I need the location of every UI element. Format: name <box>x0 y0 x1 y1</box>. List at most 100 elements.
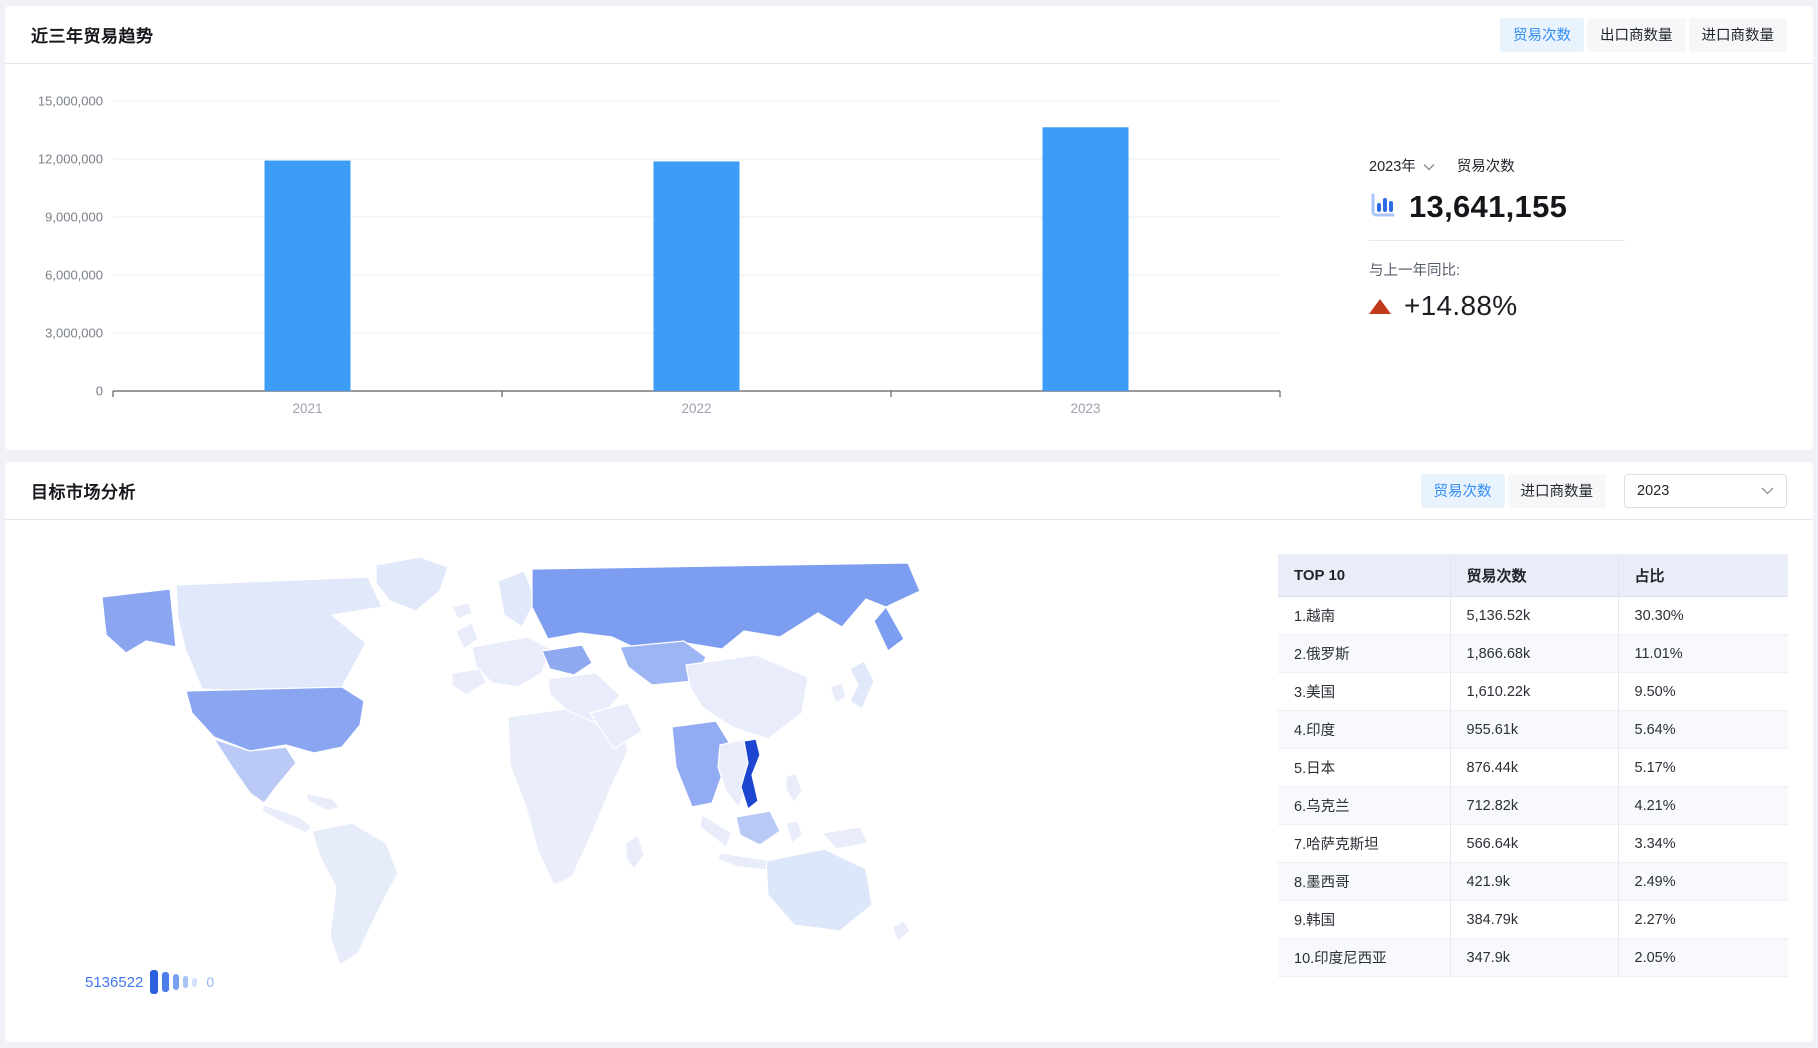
share-cell: 9.50% <box>1618 673 1788 711</box>
trend-metric-tabs: 贸易次数 出口商数量 进口商数量 <box>1497 18 1787 52</box>
value-cell: 1,866.68k <box>1450 635 1618 673</box>
y-axis-tick-label: 9,000,000 <box>45 210 103 225</box>
bar-2023[interactable] <box>1043 127 1129 391</box>
country-cell: 1.越南 <box>1278 597 1450 635</box>
table-row[interactable]: 4.印度955.61k5.64% <box>1278 711 1788 749</box>
tab-importer-count[interactable]: 进口商数量 <box>1689 18 1788 52</box>
map-region-alaska[interactable] <box>102 589 176 653</box>
map-region-new-guinea[interactable] <box>822 827 868 849</box>
legend-gradient-bar <box>183 976 188 988</box>
table-header-cell: 占比 <box>1618 554 1788 597</box>
trend-bar-chart: 03,000,0006,000,0009,000,00012,000,00015… <box>25 76 1295 431</box>
table-row[interactable]: 7.哈萨克斯坦566.64k3.34% <box>1278 825 1788 863</box>
country-cell: 4.印度 <box>1278 711 1450 749</box>
legend-gradient-bars <box>150 970 201 994</box>
x-axis-category-label: 2022 <box>681 401 711 416</box>
market-controls: 贸易次数 进口商数量 2023 <box>1418 474 1788 508</box>
map-region-new-zealand[interactable] <box>892 921 910 941</box>
map-region-south-america[interactable] <box>312 823 398 965</box>
map-region-sumatra[interactable] <box>700 815 732 847</box>
map-region-central-america[interactable] <box>262 805 312 833</box>
stat-yoy-label: 与上一年同比: <box>1369 259 1631 280</box>
legend-gradient-bar <box>192 978 197 987</box>
share-cell: 11.01% <box>1618 635 1788 673</box>
share-cell: 5.17% <box>1618 749 1788 787</box>
value-cell: 955.61k <box>1450 711 1618 749</box>
map-region-madagascar[interactable] <box>626 835 644 869</box>
table-header-cell: 贸易次数 <box>1450 554 1618 597</box>
country-cell: 10.印度尼西亚 <box>1278 939 1450 977</box>
share-cell: 3.34% <box>1618 825 1788 863</box>
y-axis-tick-label: 6,000,000 <box>45 268 103 283</box>
table-row[interactable]: 9.韩国384.79k2.27% <box>1278 901 1788 939</box>
country-cell: 7.哈萨克斯坦 <box>1278 825 1450 863</box>
chevron-down-icon <box>1761 483 1774 499</box>
bar-chart-icon <box>1369 191 1397 224</box>
map-region-spain[interactable] <box>452 669 486 695</box>
map-region-japan[interactable] <box>850 661 874 709</box>
y-axis-tick-label: 3,000,000 <box>45 326 103 341</box>
map-region-ukraine[interactable] <box>542 645 592 675</box>
year-select[interactable]: 2023 <box>1624 474 1787 508</box>
x-axis-category-label: 2023 <box>1070 401 1100 416</box>
legend-gradient-bar <box>162 972 169 992</box>
map-region-canada[interactable] <box>176 577 382 693</box>
bar-2022[interactable] <box>654 161 740 391</box>
y-axis-tick-label: 12,000,000 <box>38 152 103 167</box>
trend-card-header: 近三年贸易趋势 贸易次数 出口商数量 进口商数量 <box>5 6 1813 64</box>
map-region-cuba[interactable] <box>306 793 340 811</box>
country-cell: 2.俄罗斯 <box>1278 635 1450 673</box>
map-legend: 5136522 0 <box>85 970 214 994</box>
country-cell: 8.墨西哥 <box>1278 863 1450 901</box>
share-cell: 2.27% <box>1618 901 1788 939</box>
tab-market-importer-count[interactable]: 进口商数量 <box>1508 474 1607 508</box>
table-row[interactable]: 3.美国1,610.22k9.50% <box>1278 673 1788 711</box>
map-region-borneo[interactable] <box>736 811 780 845</box>
legend-gradient-bar <box>150 970 158 994</box>
legend-max-label: 5136522 <box>85 974 143 991</box>
map-region-usa[interactable] <box>186 687 364 753</box>
market-section-title: 目标市场分析 <box>31 478 136 503</box>
map-region-greenland[interactable] <box>376 557 448 611</box>
share-cell: 4.21% <box>1618 787 1788 825</box>
legend-gradient-bar <box>173 974 179 990</box>
trend-stat-panel: 2023年 贸易次数 13,641,155 与上一年同比: +14.88% <box>1369 155 1631 322</box>
map-region-kamchatka[interactable] <box>874 607 904 651</box>
table-row[interactable]: 8.墨西哥421.9k2.49% <box>1278 863 1788 901</box>
map-region-uk[interactable] <box>456 623 478 649</box>
tab-exporter-count[interactable]: 出口商数量 <box>1587 18 1686 52</box>
map-region-sulawesi[interactable] <box>786 821 802 843</box>
share-cell: 2.49% <box>1618 863 1788 901</box>
table-row[interactable]: 6.乌克兰712.82k4.21% <box>1278 787 1788 825</box>
stat-value: 13,641,155 <box>1409 189 1567 225</box>
bar-2021[interactable] <box>265 161 351 391</box>
trend-section-title: 近三年贸易趋势 <box>31 22 154 47</box>
table-row[interactable]: 10.印度尼西亚347.9k2.05% <box>1278 939 1788 977</box>
country-cell: 3.美国 <box>1278 673 1450 711</box>
year-select-value: 2023 <box>1637 483 1669 499</box>
map-region-iceland[interactable] <box>452 603 472 619</box>
country-cell: 5.日本 <box>1278 749 1450 787</box>
top10-table: TOP 10贸易次数占比 1.越南5,136.52k30.30%2.俄罗斯1,8… <box>1278 554 1788 977</box>
legend-min-label: 0 <box>206 974 214 990</box>
map-region-scandinavia[interactable] <box>498 571 536 627</box>
table-row[interactable]: 1.越南5,136.52k30.30% <box>1278 597 1788 635</box>
map-region-philippines[interactable] <box>786 773 802 803</box>
tab-market-trade-count[interactable]: 贸易次数 <box>1421 474 1505 508</box>
map-region-russia[interactable] <box>532 563 920 653</box>
share-cell: 2.05% <box>1618 939 1788 977</box>
map-region-korea[interactable] <box>830 683 846 703</box>
value-cell: 421.9k <box>1450 863 1618 901</box>
stat-year-selector[interactable]: 2023年 <box>1369 155 1416 176</box>
market-card: 目标市场分析 贸易次数 进口商数量 2023 <box>5 462 1813 1042</box>
country-cell: 6.乌克兰 <box>1278 787 1450 825</box>
value-cell: 876.44k <box>1450 749 1618 787</box>
value-cell: 566.64k <box>1450 825 1618 863</box>
x-axis-category-label: 2021 <box>292 401 322 416</box>
map-region-australia[interactable] <box>766 849 872 931</box>
tab-trade-count[interactable]: 贸易次数 <box>1500 18 1584 52</box>
share-cell: 30.30% <box>1618 597 1788 635</box>
table-header-cell: TOP 10 <box>1278 554 1450 597</box>
table-row[interactable]: 5.日本876.44k5.17% <box>1278 749 1788 787</box>
table-row[interactable]: 2.俄罗斯1,866.68k11.01% <box>1278 635 1788 673</box>
